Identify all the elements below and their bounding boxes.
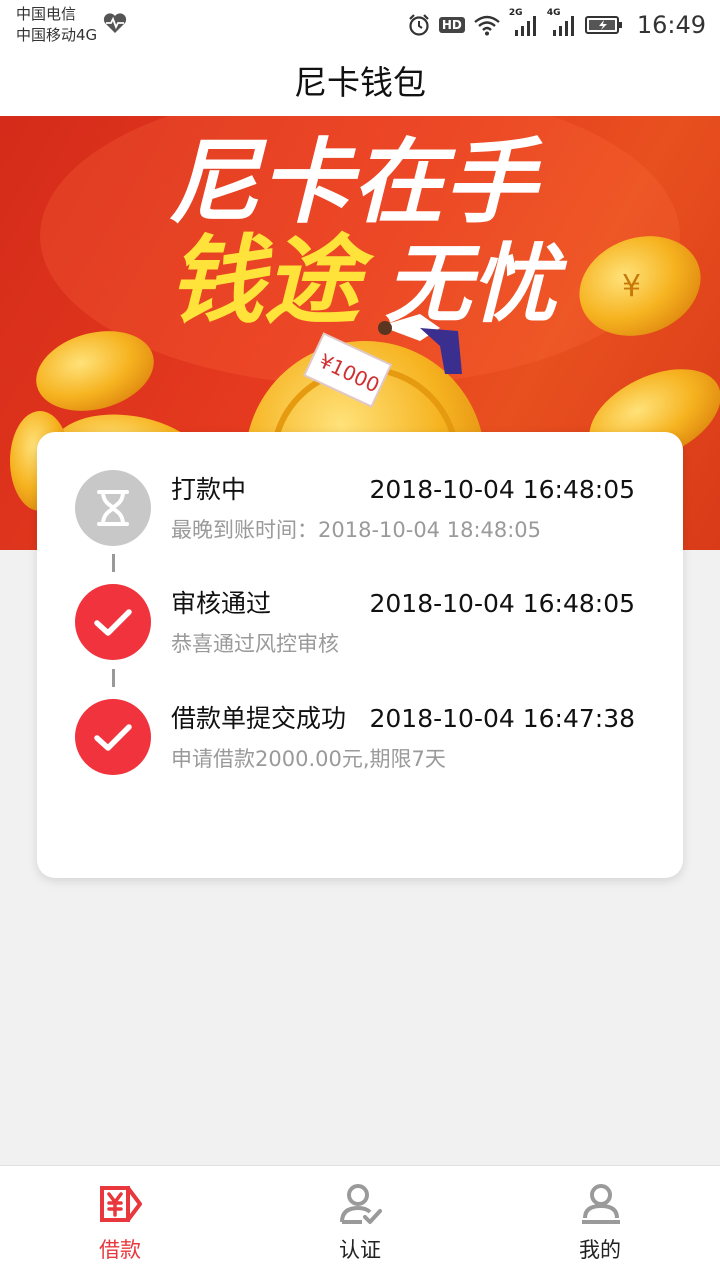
timeline-connector (112, 669, 115, 687)
status-bar: 中国电信 中国移动4G HD 2G 4G 16:49 (0, 0, 720, 50)
signal-4g-icon: 4G (547, 8, 577, 38)
check-icon (94, 724, 132, 751)
health-heart-icon (103, 13, 127, 34)
bottom-tab-bar: 借款 认证 我的 (0, 1165, 720, 1281)
battery-icon (584, 16, 622, 34)
status-time: 16:49 (636, 11, 706, 39)
timeline-step-submitted: 借款单提交成功 2018-10-04 16:47:38 申请借款2000.00元… (37, 699, 683, 799)
step-status-circle (75, 699, 151, 775)
step-subtitle: 申请借款2000.00元,期限7天 (171, 747, 446, 771)
tab-label: 认证 (339, 1238, 381, 1262)
step-title: 借款单提交成功 (171, 704, 347, 733)
step-status-circle (75, 470, 151, 546)
wifi-icon (474, 15, 500, 36)
step-subtitle: 恭喜通过风控审核 (171, 632, 339, 656)
banner-headline-2a: 钱途 (168, 225, 375, 337)
carrier-1: 中国电信 (16, 5, 77, 23)
user-verified-icon (340, 1184, 382, 1224)
profile-icon (582, 1184, 620, 1224)
tab-mine[interactable]: 我的 (480, 1166, 720, 1281)
step-time: 2018-10-04 16:48:05 (369, 475, 635, 504)
carrier-info: 中国电信 中国移动4G (16, 4, 97, 46)
timeline-step-paying: 打款中 2018-10-04 16:48:05 最晚到账时间：2018-10-0… (37, 470, 683, 570)
page-title: 尼卡钱包 (294, 63, 426, 102)
step-time: 2018-10-04 16:47:38 (369, 704, 635, 733)
carrier-2: 中国移动4G (16, 26, 98, 44)
banner-headline-2b: 无忧 (385, 235, 568, 335)
tab-loan[interactable]: 借款 (0, 1166, 240, 1281)
status-icons: HD 2G 4G 16:49 (407, 8, 706, 40)
tab-label: 我的 (579, 1238, 621, 1262)
tab-verify[interactable]: 认证 (240, 1166, 480, 1281)
tab-label: 借款 (99, 1238, 141, 1262)
alarm-icon (409, 14, 429, 36)
hourglass-icon (97, 490, 129, 526)
app-header: 尼卡钱包 (0, 50, 720, 116)
loan-yen-icon (100, 1186, 142, 1222)
step-subtitle: 最晚到账时间：2018-10-04 18:48:05 (171, 518, 542, 542)
step-title: 打款中 (171, 475, 247, 504)
step-title: 审核通过 (171, 589, 272, 618)
loan-status-card: 打款中 2018-10-04 16:48:05 最晚到账时间：2018-10-0… (37, 432, 683, 878)
step-time: 2018-10-04 16:48:05 (369, 589, 635, 618)
timeline-connector (112, 554, 115, 572)
check-icon (94, 609, 132, 636)
svg-text:¥: ¥ (622, 269, 641, 304)
banner-headline-1: 尼卡在手 (168, 129, 543, 236)
timeline-step-approved: 审核通过 2018-10-04 16:48:05 恭喜通过风控审核 (37, 584, 683, 684)
signal-2g-icon: 2G (509, 8, 539, 38)
step-status-circle (75, 584, 151, 660)
hd-badge: HD (438, 17, 465, 33)
